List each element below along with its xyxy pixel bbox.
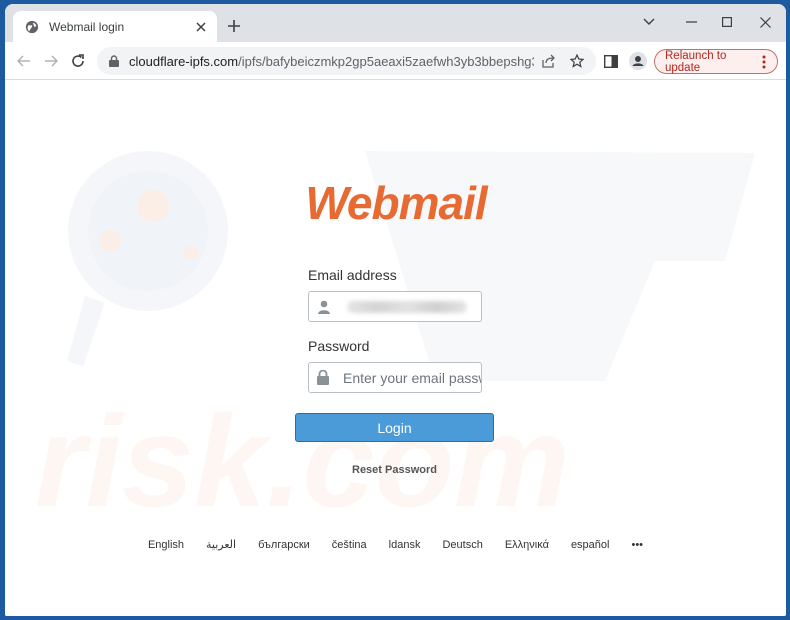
lang-english[interactable]: English (148, 539, 184, 551)
lang-danish[interactable]: ldansk (389, 539, 421, 551)
relaunch-to-update-button[interactable]: Relaunch to update (654, 49, 778, 74)
side-panel-icon (604, 54, 618, 68)
close-window-button[interactable] (753, 10, 777, 34)
bookmark-button[interactable] (569, 53, 585, 69)
close-icon (196, 21, 206, 32)
logo-text: Webmail (305, 179, 489, 229)
pcrisk-watermark: risk.com (35, 151, 755, 534)
side-panel-button[interactable] (602, 52, 620, 70)
page-content: risk.com Webmail Email address Password … (5, 81, 786, 616)
login-button[interactable]: Login (295, 413, 494, 442)
lock-icon (317, 370, 329, 386)
language-selector: English العربية български čeština ldansk… (5, 538, 786, 552)
minimize-icon (685, 21, 697, 23)
lang-czech[interactable]: čeština (332, 539, 367, 551)
url-domain: cloudflare-ipfs.com (129, 53, 239, 69)
reload-button[interactable] (67, 50, 89, 72)
avatar-icon (629, 52, 647, 70)
profile-button[interactable] (629, 52, 647, 70)
arrow-left-icon (17, 55, 30, 67)
relaunch-label: Relaunch to update (665, 49, 727, 74)
more-menu-icon[interactable] (757, 54, 771, 70)
browser-window: Webmail login cloudflare-ipfs.com/ipfs/b… (5, 4, 786, 616)
email-label: Email address (308, 267, 397, 283)
lock-icon[interactable] (109, 55, 119, 67)
close-icon (759, 16, 771, 28)
lang-german[interactable]: Deutsch (442, 539, 482, 551)
browser-toolbar: cloudflare-ipfs.com/ipfs/bafybeiczmkp2gp… (5, 42, 786, 80)
svg-text:risk.com: risk.com (35, 388, 570, 534)
forward-button[interactable] (40, 50, 62, 72)
chevron-down-icon (643, 18, 655, 25)
globe-icon (25, 20, 39, 33)
arrow-right-icon (45, 55, 58, 67)
lang-spanish[interactable]: español (571, 539, 610, 551)
tab-strip: Webmail login (5, 4, 786, 42)
star-icon (570, 54, 584, 68)
password-field[interactable] (308, 362, 482, 393)
maximize-button[interactable] (715, 10, 739, 34)
reset-password-link[interactable]: Reset Password (295, 464, 494, 476)
plus-icon (228, 20, 240, 32)
password-input[interactable] (343, 369, 481, 386)
tab-title: Webmail login (49, 19, 125, 34)
new-tab-button[interactable] (224, 16, 244, 36)
maximize-icon (722, 17, 732, 27)
reload-icon (72, 54, 84, 67)
user-icon (317, 299, 331, 315)
tab-webmail-login[interactable]: Webmail login (13, 11, 217, 42)
email-value-blurred[interactable] (347, 300, 467, 313)
url-text[interactable]: cloudflare-ipfs.com/ipfs/bafybeiczmkp2gp… (129, 54, 534, 69)
share-button[interactable] (541, 53, 557, 69)
address-bar[interactable]: cloudflare-ipfs.com/ipfs/bafybeiczmkp2gp… (97, 47, 596, 75)
share-icon (542, 54, 555, 68)
lang-bulgarian[interactable]: български (258, 539, 310, 551)
webmail-logo: Webmail (305, 179, 490, 229)
email-field[interactable] (308, 291, 482, 322)
minimize-button[interactable] (679, 10, 703, 34)
tab-close-button[interactable] (193, 19, 209, 35)
tab-search-button[interactable] (637, 10, 661, 34)
url-path: /ipfs/bafybeiczmkp2gp5aeaxi5zaefwh3yb3bb… (238, 53, 534, 69)
lang-greek[interactable]: Ελληνικά (505, 539, 549, 551)
back-button[interactable] (13, 50, 35, 72)
lang-arabic[interactable]: العربية (206, 538, 236, 551)
more-languages-button[interactable]: ••• (631, 539, 643, 551)
password-label: Password (308, 338, 370, 354)
